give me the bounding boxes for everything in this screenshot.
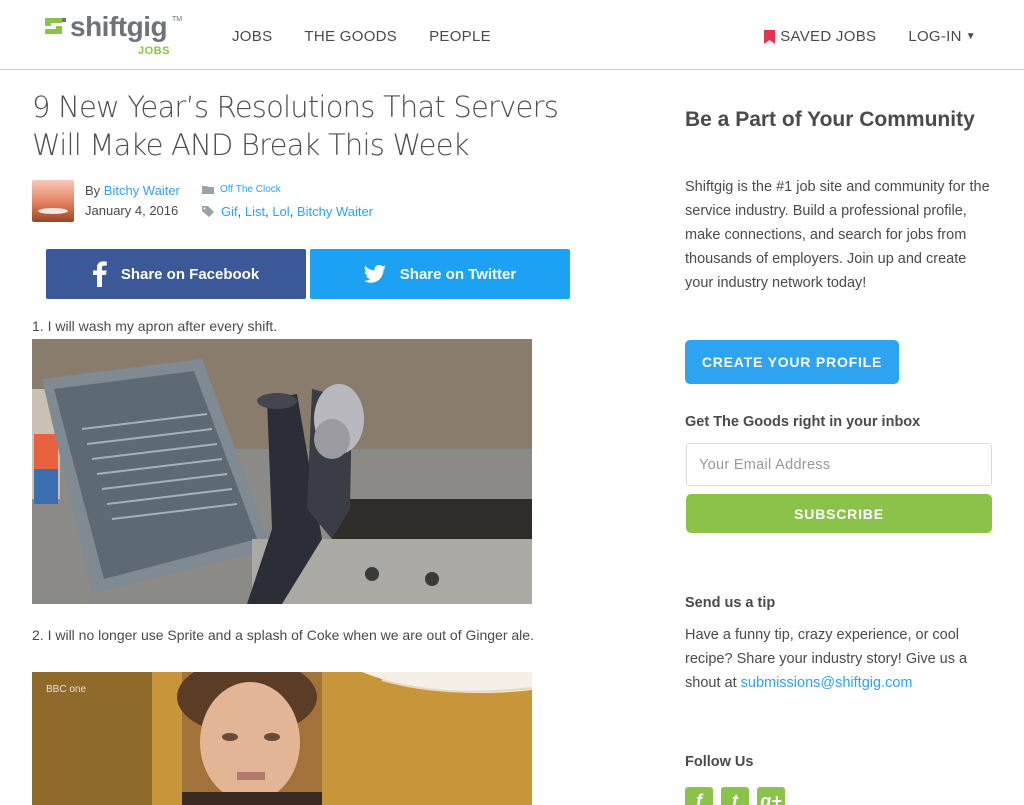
twitter-icon[interactable]: t	[721, 787, 749, 805]
facebook-icon[interactable]: f	[685, 787, 713, 805]
facebook-icon	[92, 261, 107, 287]
sidebar-intro: Shiftgig is the #1 job site and communit…	[685, 179, 990, 291]
publish-date: January 4, 2016	[85, 203, 179, 218]
share-twitter-button[interactable]: Share on Twitter	[310, 249, 570, 299]
tag-link[interactable]: Lol	[272, 204, 289, 219]
article-meta: By Bitchy Waiter January 4, 2016 Off The…	[32, 180, 592, 222]
header-actions: SAVED JOBS LOG-IN ▼	[764, 28, 976, 45]
byline-prefix: By	[85, 183, 101, 198]
google-plus-glyph: g+	[760, 790, 782, 805]
logo-wordmark: shiftgig	[70, 11, 168, 42]
avatar-plate	[38, 208, 68, 214]
saved-jobs-link[interactable]: SAVED JOBS	[764, 28, 876, 45]
category-link[interactable]: Off The Clock	[220, 184, 281, 195]
gif-doctor-illustration	[32, 672, 532, 805]
follow-heading: Follow Us	[685, 754, 754, 770]
share-facebook-label: Share on Facebook	[120, 265, 260, 283]
share-facebook-button[interactable]: Share on Facebook	[46, 249, 306, 299]
newsletter-heading: Get The Goods right in your inbox	[685, 414, 921, 430]
gif-washing-machine-illustration	[32, 339, 532, 604]
tag-link[interactable]: List	[245, 204, 265, 219]
tag-list: Gif, List, Lol, Bitchy Waiter	[202, 204, 373, 219]
tip-email-link[interactable]: submissions@shiftgig.com	[741, 675, 913, 691]
category: Off The Clock	[202, 184, 281, 195]
saved-jobs-label: SAVED JOBS	[780, 28, 877, 45]
email-input[interactable]: Your Email Address	[686, 443, 992, 486]
nav-item-the-goods[interactable]: THE GOODS	[304, 28, 397, 45]
list-item: 2. I will no longer use Sprite and a spl…	[32, 627, 534, 643]
create-profile-button[interactable]: CREATE YOUR PROFILE	[685, 340, 899, 384]
bookmark-icon	[764, 29, 776, 44]
site-header: shiftgig TM JOBS JOBS THE GOODS PEOPLE S…	[0, 0, 1024, 70]
login-dropdown[interactable]: LOG-IN ▼	[908, 28, 976, 45]
tag-link[interactable]: Bitchy Waiter	[297, 204, 373, 219]
tags-icon	[202, 205, 214, 217]
tag-separator: ,	[265, 204, 273, 219]
logo-subtitle: JOBS	[138, 45, 170, 57]
google-plus-icon[interactable]: g+	[757, 787, 785, 805]
caret-down-icon: ▼	[965, 31, 976, 42]
facebook-glyph: f	[696, 790, 702, 805]
share-twitter-label: Share on Twitter	[399, 265, 517, 283]
bbc-one-watermark: BBC one	[46, 684, 87, 695]
article-gif-doctor: BBC one	[32, 672, 532, 805]
logo-trademark: TM	[172, 16, 183, 23]
login-label: LOG-IN	[908, 28, 962, 45]
social-links: f t g+	[685, 787, 785, 805]
article-title: 9 New Year’s Resolutions That Servers Wi…	[32, 90, 559, 162]
main-nav: JOBS THE GOODS PEOPLE	[232, 28, 523, 45]
article-gif-washing-machine	[32, 339, 532, 604]
twitter-icon	[363, 265, 386, 283]
nav-item-people[interactable]: PEOPLE	[429, 28, 491, 45]
nav-item-jobs[interactable]: JOBS	[232, 28, 272, 45]
sidebar-heading: Be a Part of Your Community	[685, 108, 975, 131]
twitter-glyph: t	[732, 790, 738, 805]
author-avatar[interactable]	[32, 180, 74, 222]
byline: By Bitchy Waiter	[85, 183, 180, 198]
shiftgig-logo-mark-icon	[45, 18, 66, 34]
tag-separator: ,	[289, 204, 297, 219]
subscribe-button[interactable]: SUBSCRIBE	[686, 494, 992, 533]
tag-separator: ,	[237, 204, 245, 219]
shiftgig-logo[interactable]: shiftgig TM JOBS	[40, 11, 183, 58]
list-item: 1. I will wash my apron after every shif…	[32, 318, 278, 334]
tip-text: Have a funny tip, crazy experience, or c…	[685, 623, 990, 695]
tip-heading: Send us a tip	[685, 595, 776, 611]
folder-icon	[202, 185, 214, 194]
tag-link[interactable]: Gif	[221, 204, 238, 219]
author-link[interactable]: Bitchy Waiter	[104, 183, 180, 198]
